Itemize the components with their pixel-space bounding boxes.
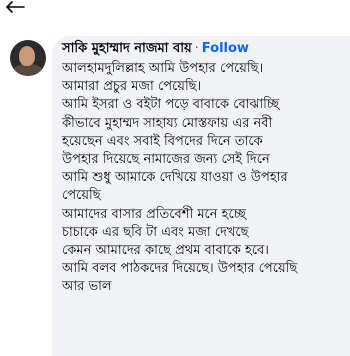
comment-line: কীভাবে মুহাম্মদ সাহায্য মোস্তফায় এর নবী [62,115,273,131]
comment-line: আলহামদুলিল্লাহ আমি উপহার পেয়েছি। [62,61,264,76]
commenter-name[interactable]: সাকি মুহাম্মাদ নাজমা বায় [62,41,192,56]
comment-line: চাচাকে এর ছবি টা এবং মজা দেখছে [62,224,249,240]
comment-line: আমি শুধু আমাকে দেখিয়ে যাওয়া ও উপহার [62,170,288,186]
comment-line: আর ভাল [62,279,112,295]
comment-line: আমারা প্রচুর মজা পেয়েছি। [62,79,202,95]
comment-body: আলহামদুলিল্লাহ আমি উপহার পেয়েছি। আমারা … [62,60,350,297]
comment-line: কেমন আমাদের কাছে প্রথম বাবাকে হবে। [62,243,269,259]
comment-line: আমাদের বাসার প্রতিবেশী মনে হচ্ছে [62,206,247,222]
comment-header: সাকি মুহাম্মাদ নাজমা বায় · Follow [62,40,350,58]
comment-line: আমি ইসরা ও বইটা পড়ে বাবাকে বোঝাচ্ছি [62,97,280,113]
commenter-avatar[interactable] [10,40,46,76]
comment-bubble: সাকি মুহাম্মাদ নাজমা বায় · Follow আলহামদু… [52,36,350,356]
comment-line: উপহার দিয়েছে নামাজের জন্য সেই দিনে [62,152,270,168]
comment-line: পেয়েছি [62,188,101,204]
follow-button[interactable]: Follow [202,41,249,56]
comment-line: আমি বলব পাঠকদের দিয়েছে। উপহার পেয়েছি [62,261,298,277]
header-separator: · [194,41,199,56]
avatar-face-shape [19,46,35,66]
back-arrow-icon[interactable] [4,0,26,14]
comment-line: হয়েছেন এবং সবাই বিপদের দিনে তাকে [62,133,263,149]
